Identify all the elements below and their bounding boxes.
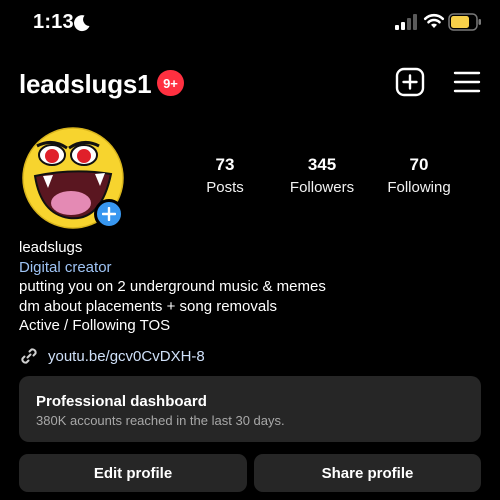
status-time: 1:13 (33, 11, 74, 33)
posts-count: 73 (215, 155, 235, 174)
edit-profile-button[interactable]: Edit profile (19, 454, 247, 492)
dashboard-title: Professional dashboard (36, 393, 207, 410)
bio-line: Active / Following TOS (19, 317, 171, 334)
following-stat[interactable]: 70 Following (380, 155, 458, 196)
profile-header: leadslugs1 9+ (0, 62, 500, 106)
professional-dashboard-card[interactable]: Professional dashboard 380K accounts rea… (19, 376, 481, 442)
battery-icon (448, 13, 481, 31)
bio-line: putting you on 2 underground music & mem… (19, 278, 326, 295)
bio-section: leadslugs Digital creator putting you on… (19, 238, 489, 336)
posts-stat[interactable]: 73 Posts (195, 155, 255, 196)
bio-link[interactable]: youtu.be/gcv0CvDXH-8 (19, 345, 205, 367)
plus-icon (102, 207, 116, 221)
cellular-signal-icon (395, 14, 417, 30)
share-profile-button[interactable]: Share profile (254, 454, 481, 492)
create-post-icon[interactable] (395, 67, 425, 97)
status-bar: 1:13 (0, 0, 500, 46)
dashboard-subtitle: 380K accounts reached in the last 30 day… (36, 413, 285, 428)
moon-icon (74, 15, 90, 32)
followers-label: Followers (289, 179, 355, 196)
notification-badge[interactable]: 9+ (157, 70, 184, 96)
link-icon (21, 348, 37, 364)
hamburger-menu-icon[interactable] (453, 68, 481, 96)
followers-count: 345 (307, 155, 337, 174)
following-label: Following (387, 179, 451, 196)
display-name: leadslugs (19, 239, 83, 256)
followers-stat[interactable]: 345 Followers (282, 155, 362, 196)
bio-line: dm about placements + song removals (19, 297, 278, 315)
username-title[interactable]: leadslugs1 (19, 69, 152, 100)
following-count: 70 (409, 155, 429, 174)
posts-label: Posts (206, 179, 244, 196)
add-story-button[interactable] (94, 199, 124, 229)
category-label[interactable]: Digital creator (19, 258, 489, 278)
wifi-icon (423, 13, 445, 28)
link-url[interactable]: youtu.be/gcv0CvDXH-8 (48, 348, 205, 365)
